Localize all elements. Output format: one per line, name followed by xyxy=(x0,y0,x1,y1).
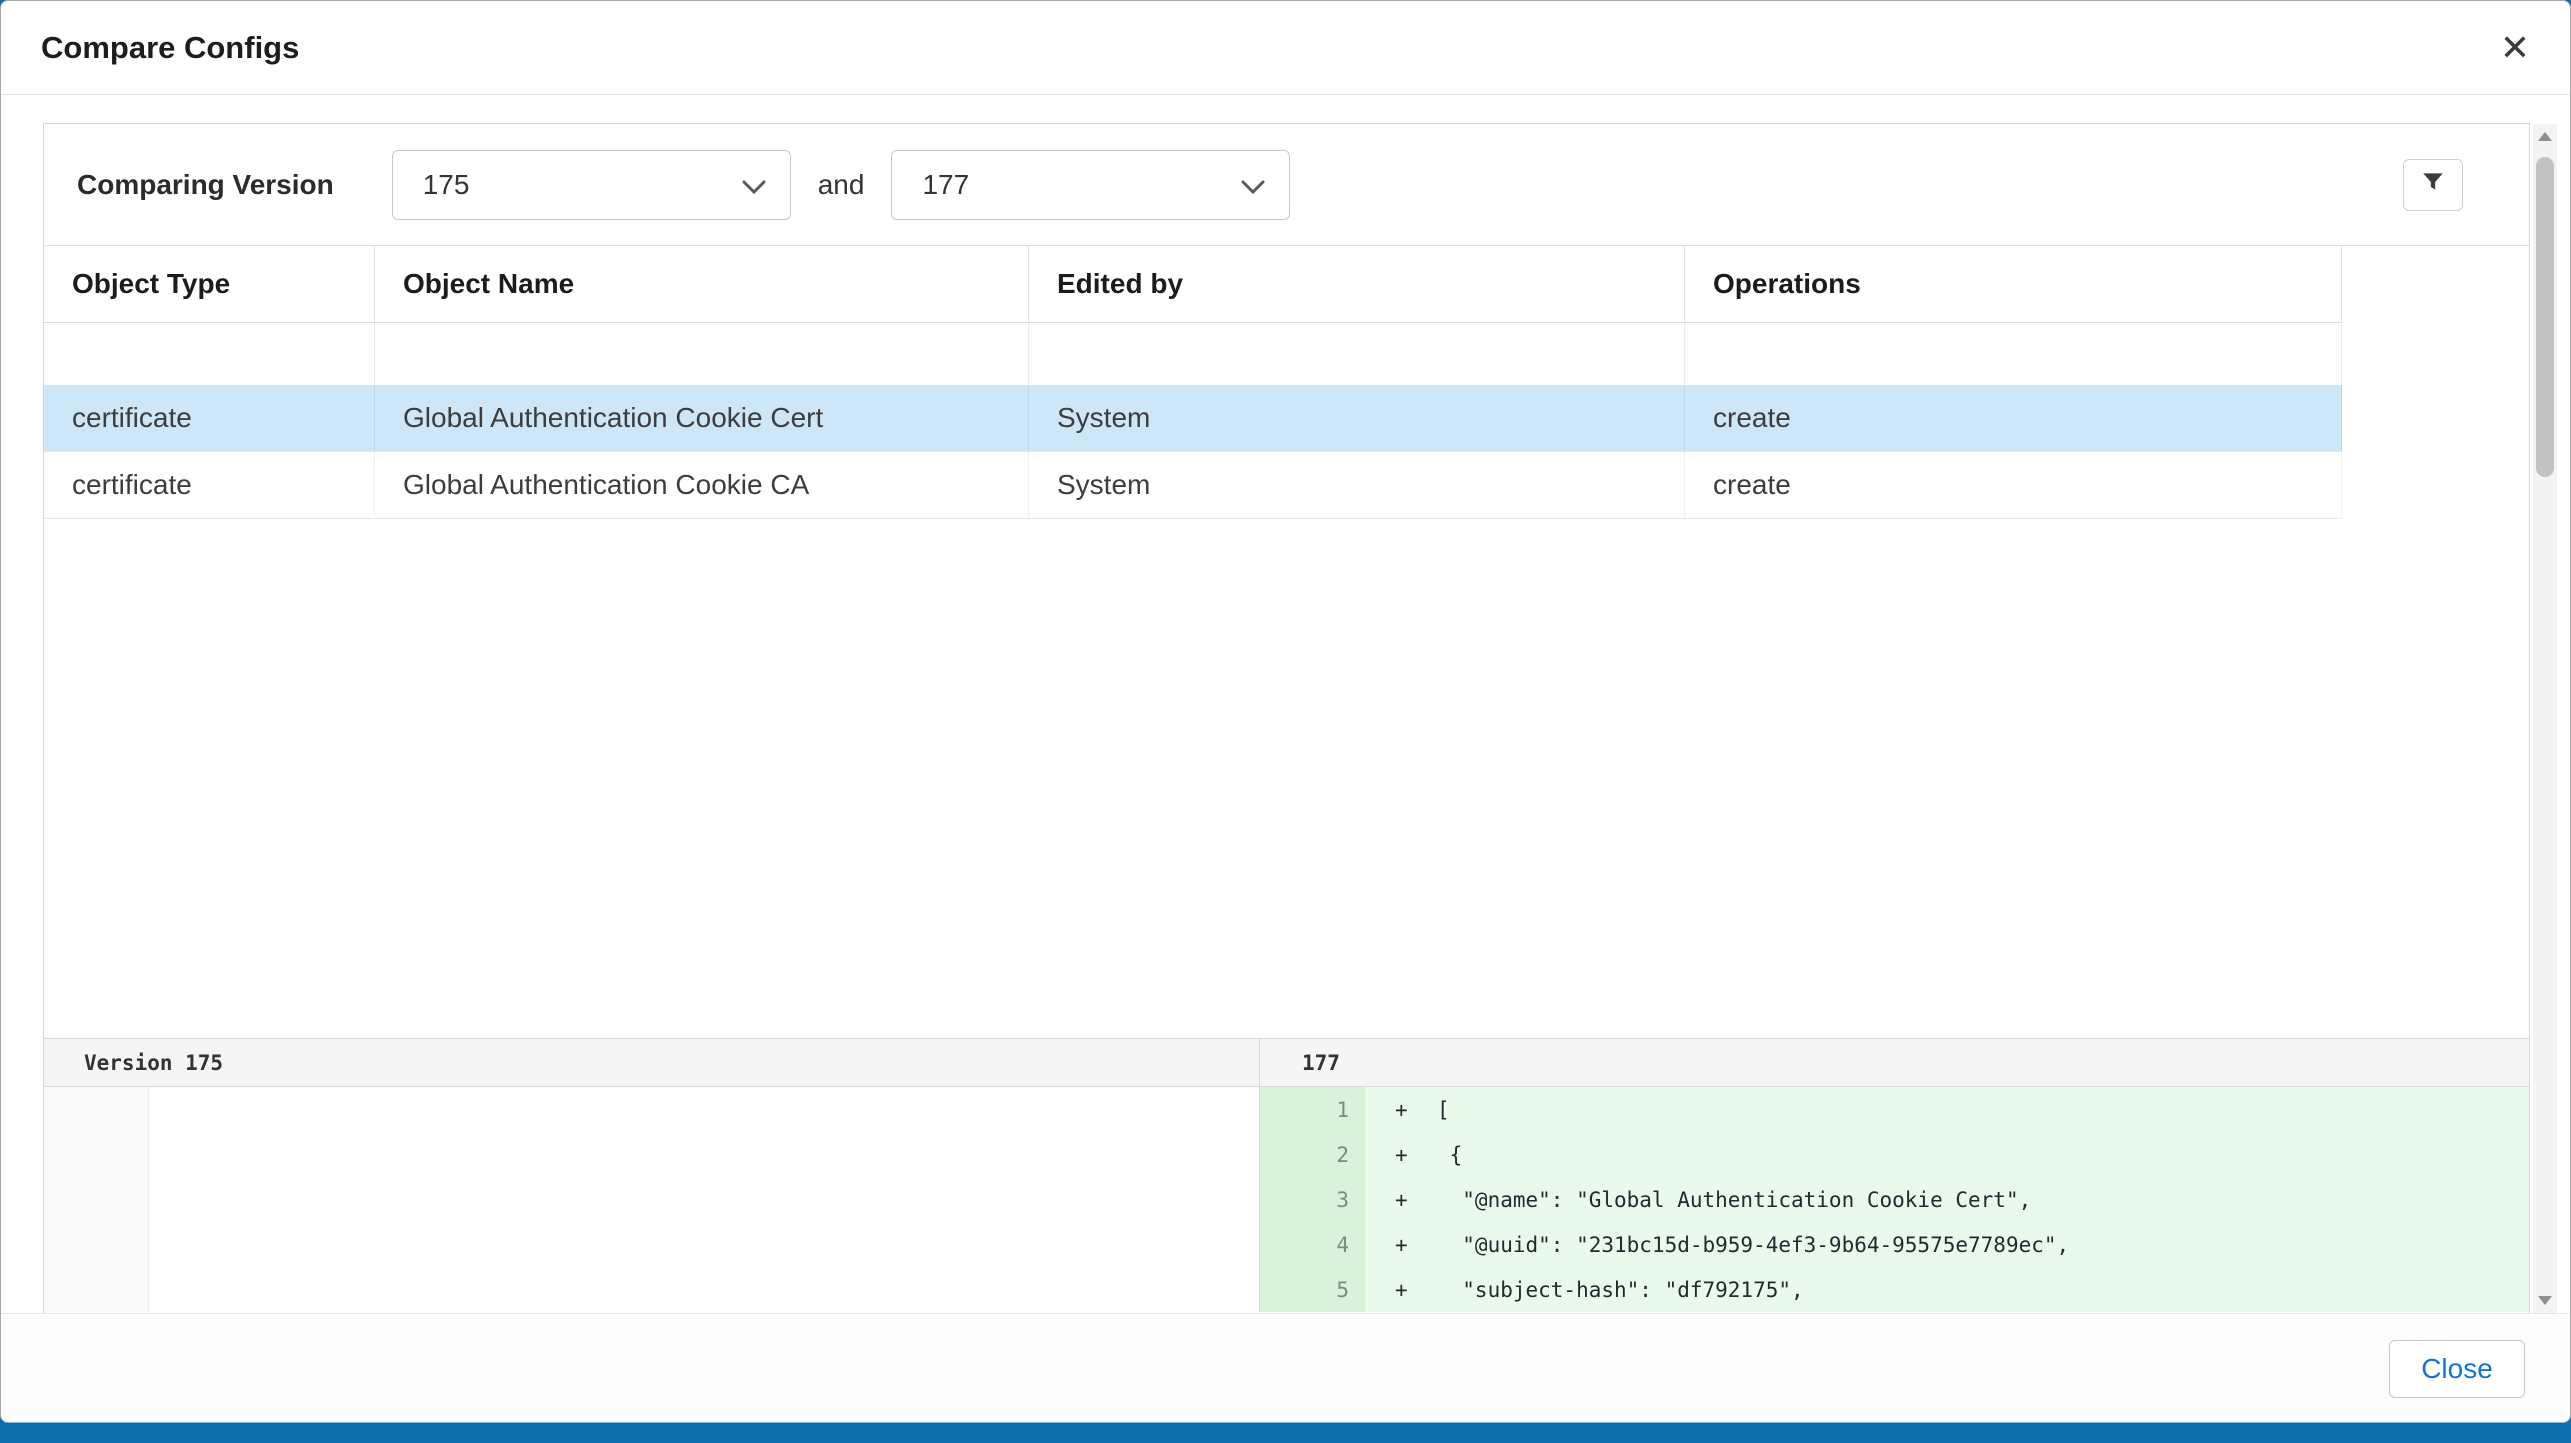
compare-version-bar: Comparing Version 175 and 177 xyxy=(44,124,2529,246)
table-row[interactable]: certificate Global Authentication Cookie… xyxy=(44,452,2342,519)
diff-line: 5 + "subject-hash": "df792175", xyxy=(1260,1267,2529,1312)
diff-add-sign: + xyxy=(1365,1222,1437,1267)
cell-object-name: Global Authentication Cookie CA xyxy=(375,452,1029,518)
close-button[interactable]: Close xyxy=(2389,1340,2525,1398)
scrollbar-thumb[interactable] xyxy=(2536,157,2554,477)
column-header-operations: Operations xyxy=(1685,246,2342,322)
diff-line-text: { xyxy=(1437,1132,1462,1177)
close-icon[interactable]: ✕ xyxy=(2500,30,2530,66)
cell-object-type: certificate xyxy=(44,452,375,518)
diff-left-gutter xyxy=(44,1087,149,1312)
cell-edited-by: System xyxy=(1029,452,1685,518)
column-header-edited-by: Edited by xyxy=(1029,246,1685,322)
diff-left-pane xyxy=(44,1087,1260,1312)
cell-object-type: certificate xyxy=(44,385,375,451)
diff-body: 1 + [ 2 + { 3 + "@name": "Global Authent… xyxy=(44,1087,2529,1312)
table-spacer-row xyxy=(44,323,2342,385)
diff-add-sign: + xyxy=(1365,1132,1437,1177)
diff-line: 3 + "@name": "Global Authentication Cook… xyxy=(1260,1177,2529,1222)
line-number: 3 xyxy=(1260,1177,1365,1222)
cell-edited-by: System xyxy=(1029,385,1685,451)
diff-line-text: "@uuid": "231bc15d-b959-4ef3-9b64-95575e… xyxy=(1437,1222,2069,1267)
diff-line-text: "subject-hash": "df792175", xyxy=(1437,1267,1804,1312)
version-a-select[interactable]: 175 xyxy=(392,150,791,220)
changes-table: Object Type Object Name Edited by Operat… xyxy=(44,246,2342,519)
scroll-down-arrow-icon[interactable] xyxy=(2538,1296,2552,1305)
diff-line-text: "@name": "Global Authentication Cookie C… xyxy=(1437,1177,2031,1222)
column-header-object-type: Object Type xyxy=(44,246,375,322)
scroll-up-arrow-icon[interactable] xyxy=(2538,132,2552,141)
compare-configs-dialog: Compare Configs ✕ Comparing Version 175 … xyxy=(0,0,2571,1423)
diff-line: 4 + "@uuid": "231bc15d-b959-4ef3-9b64-95… xyxy=(1260,1222,2529,1267)
chevron-down-icon xyxy=(742,169,766,201)
chevron-down-icon xyxy=(1241,169,1265,201)
filter-button[interactable] xyxy=(2403,159,2463,211)
diff-line: 1 + [ xyxy=(1260,1087,2529,1132)
diff-line: 2 + { xyxy=(1260,1132,2529,1177)
diff-right-version-label: 177 xyxy=(1260,1039,2529,1086)
version-a-value: 175 xyxy=(423,169,470,201)
and-label: and xyxy=(818,169,865,201)
content-panel: Comparing Version 175 and 177 xyxy=(43,123,2530,1313)
diff-left-version-label: Version 175 xyxy=(44,1039,1260,1086)
filter-icon xyxy=(2419,169,2447,200)
column-header-object-name: Object Name xyxy=(375,246,1029,322)
cell-operations: create xyxy=(1685,452,2342,518)
diff-line-text: [ xyxy=(1437,1087,1450,1132)
table-row[interactable]: certificate Global Authentication Cookie… xyxy=(44,385,2342,452)
table-header-row: Object Type Object Name Edited by Operat… xyxy=(44,246,2342,323)
dialog-body: Comparing Version 175 and 177 xyxy=(1,95,2570,1313)
table-empty-area xyxy=(44,519,2529,1038)
diff-right-pane: 1 + [ 2 + { 3 + "@name": "Global Authent… xyxy=(1260,1087,2529,1312)
diff-add-sign: + xyxy=(1365,1177,1437,1222)
diff-add-sign: + xyxy=(1365,1267,1437,1312)
cell-object-name: Global Authentication Cookie Cert xyxy=(375,385,1029,451)
dialog-title: Compare Configs xyxy=(41,30,299,66)
comparing-version-label: Comparing Version xyxy=(77,169,334,201)
cell-operations: create xyxy=(1685,385,2342,451)
app-background: { "modal": { "title": "Compare Configs",… xyxy=(0,0,2571,1443)
line-number: 4 xyxy=(1260,1222,1365,1267)
line-number: 2 xyxy=(1260,1132,1365,1177)
version-b-value: 177 xyxy=(922,169,969,201)
line-number: 5 xyxy=(1260,1267,1365,1312)
version-b-select[interactable]: 177 xyxy=(891,150,1290,220)
line-number: 1 xyxy=(1260,1087,1365,1132)
diff-header-row: Version 175 177 xyxy=(44,1038,2529,1087)
diff-add-sign: + xyxy=(1365,1087,1437,1132)
vertical-scrollbar[interactable] xyxy=(2533,124,2557,1313)
dialog-footer: Close xyxy=(1,1313,2570,1423)
dialog-header: Compare Configs ✕ xyxy=(1,1,2570,95)
